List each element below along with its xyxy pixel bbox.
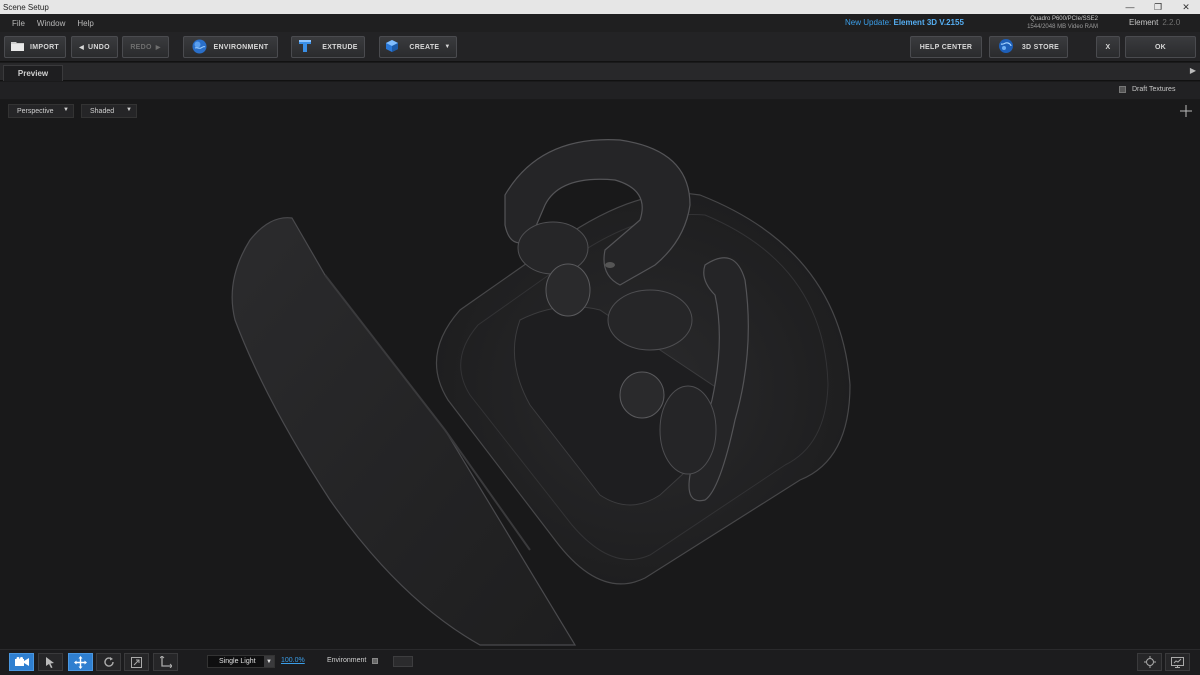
extrude-button[interactable]: EXTRUDE (291, 36, 365, 58)
plugin-version-number: 2.2.0 (1162, 18, 1181, 27)
environment-swatch[interactable] (393, 656, 413, 667)
3d-store-button[interactable]: 3D STORE (989, 36, 1068, 58)
select-tool-button[interactable] (38, 653, 63, 671)
arrow-left-icon: ◀ (79, 44, 85, 51)
plugin-version: Element 2.2.0 (1129, 18, 1180, 27)
redo-label: REDO (130, 43, 152, 51)
draft-textures-checkbox[interactable] (1119, 86, 1126, 93)
camera-icon (14, 657, 29, 666)
chevron-down-icon: ▼ (444, 44, 451, 50)
menu-bar: File Window Help New Update: Element 3D … (0, 14, 1200, 32)
cancel-label: X (1105, 43, 1111, 51)
preview-options-bar: Draft Textures (0, 82, 1200, 99)
move-tool-button[interactable] (68, 653, 93, 671)
scale-tool-button[interactable] (124, 653, 149, 671)
create-button[interactable]: CREATE ▼ (379, 36, 457, 58)
globe-icon (192, 39, 207, 56)
create-label: CREATE (409, 43, 440, 51)
undo-label: UNDO (88, 43, 110, 51)
close-window-button[interactable]: ✕ (1172, 0, 1200, 14)
camera-tool-button[interactable] (9, 653, 34, 671)
menu-help[interactable]: Help (71, 19, 99, 28)
help-center-label: HELP CENTER (919, 43, 973, 51)
help-center-button[interactable]: HELP CENTER (910, 36, 982, 58)
store-label: 3D STORE (1021, 43, 1060, 51)
rotate-tool-button[interactable] (96, 653, 121, 671)
extrude-icon (298, 39, 312, 55)
render-settings-button[interactable] (1137, 653, 1162, 671)
redo-button[interactable]: REDO ▶ (122, 36, 169, 58)
window-titlebar: Scene Setup — ❐ ✕ (0, 0, 1200, 14)
panel-tabbar: Preview ▶ (0, 63, 1200, 81)
plugin-name: Element (1129, 18, 1159, 27)
bottom-toolbar: Single Light ▼ 100.0% Environment (0, 649, 1200, 675)
rotate-icon (103, 657, 114, 667)
lighting-mode-select[interactable]: Single Light ▼ (207, 655, 275, 668)
folder-icon (10, 41, 24, 53)
environment-label: ENVIRONMENT (213, 43, 269, 51)
update-version[interactable]: Element 3D V.2155 (893, 18, 963, 27)
import-button[interactable]: IMPORT (4, 36, 66, 58)
update-prefix: New Update: (845, 18, 892, 27)
gpu-info: Quadro P600/PCIe/SSE2 1544/2048 MB Video… (1020, 15, 1098, 31)
store-globe-icon (998, 38, 1014, 56)
sun-icon (1143, 656, 1156, 668)
model-render (231, 139, 851, 646)
chevron-down-icon: ▼ (264, 656, 274, 667)
scale-icon (131, 656, 142, 668)
tab-preview[interactable]: Preview (3, 65, 63, 81)
draft-textures-label: Draft Textures (1132, 86, 1176, 93)
pivot-icon (159, 656, 172, 668)
minimize-button[interactable]: — (1116, 0, 1144, 14)
window-title: Scene Setup (3, 2, 49, 12)
expand-panel-icon[interactable]: ▶ (1190, 66, 1196, 75)
extrude-label: EXTRUDE (322, 43, 358, 51)
lighting-mode-value: Single Light (219, 658, 256, 665)
maximize-button[interactable]: ❐ (1144, 0, 1172, 14)
move-arrows-icon (74, 655, 87, 669)
menu-window[interactable]: Window (31, 19, 71, 28)
ok-label: OK (1154, 43, 1167, 51)
monitor-icon (1171, 656, 1184, 668)
menu-file[interactable]: File (0, 19, 31, 28)
main-toolbar: IMPORT ◀ UNDO REDO ▶ ENVIRONMENT EXTRUDE… (0, 32, 1200, 62)
cube-icon (385, 39, 399, 55)
gpu-name: Quadro P600/PCIe/SSE2 (1030, 16, 1098, 22)
cancel-button[interactable]: X (1096, 36, 1120, 58)
cursor-icon (46, 656, 54, 668)
environment-toggle-label: Environment (327, 657, 367, 664)
ok-button[interactable]: OK (1125, 36, 1196, 58)
undo-button[interactable]: ◀ UNDO (71, 36, 118, 58)
arrow-right-icon: ▶ (155, 44, 161, 51)
display-settings-button[interactable] (1165, 653, 1190, 671)
draft-textures-toggle[interactable]: Draft Textures (1119, 86, 1175, 93)
gpu-memory: 1544/2048 MB Video RAM (1027, 24, 1098, 30)
environment-checkbox[interactable] (372, 658, 378, 664)
environment-button[interactable]: ENVIRONMENT (183, 36, 278, 58)
update-notice[interactable]: New Update: Element 3D V.2155 (845, 18, 964, 27)
3d-viewport[interactable]: Perspective ▼ Shaded ▼ (0, 100, 1200, 649)
pivot-tool-button[interactable] (153, 653, 178, 671)
import-label: IMPORT (29, 43, 60, 51)
light-intensity-value[interactable]: 100.0% (281, 657, 305, 664)
